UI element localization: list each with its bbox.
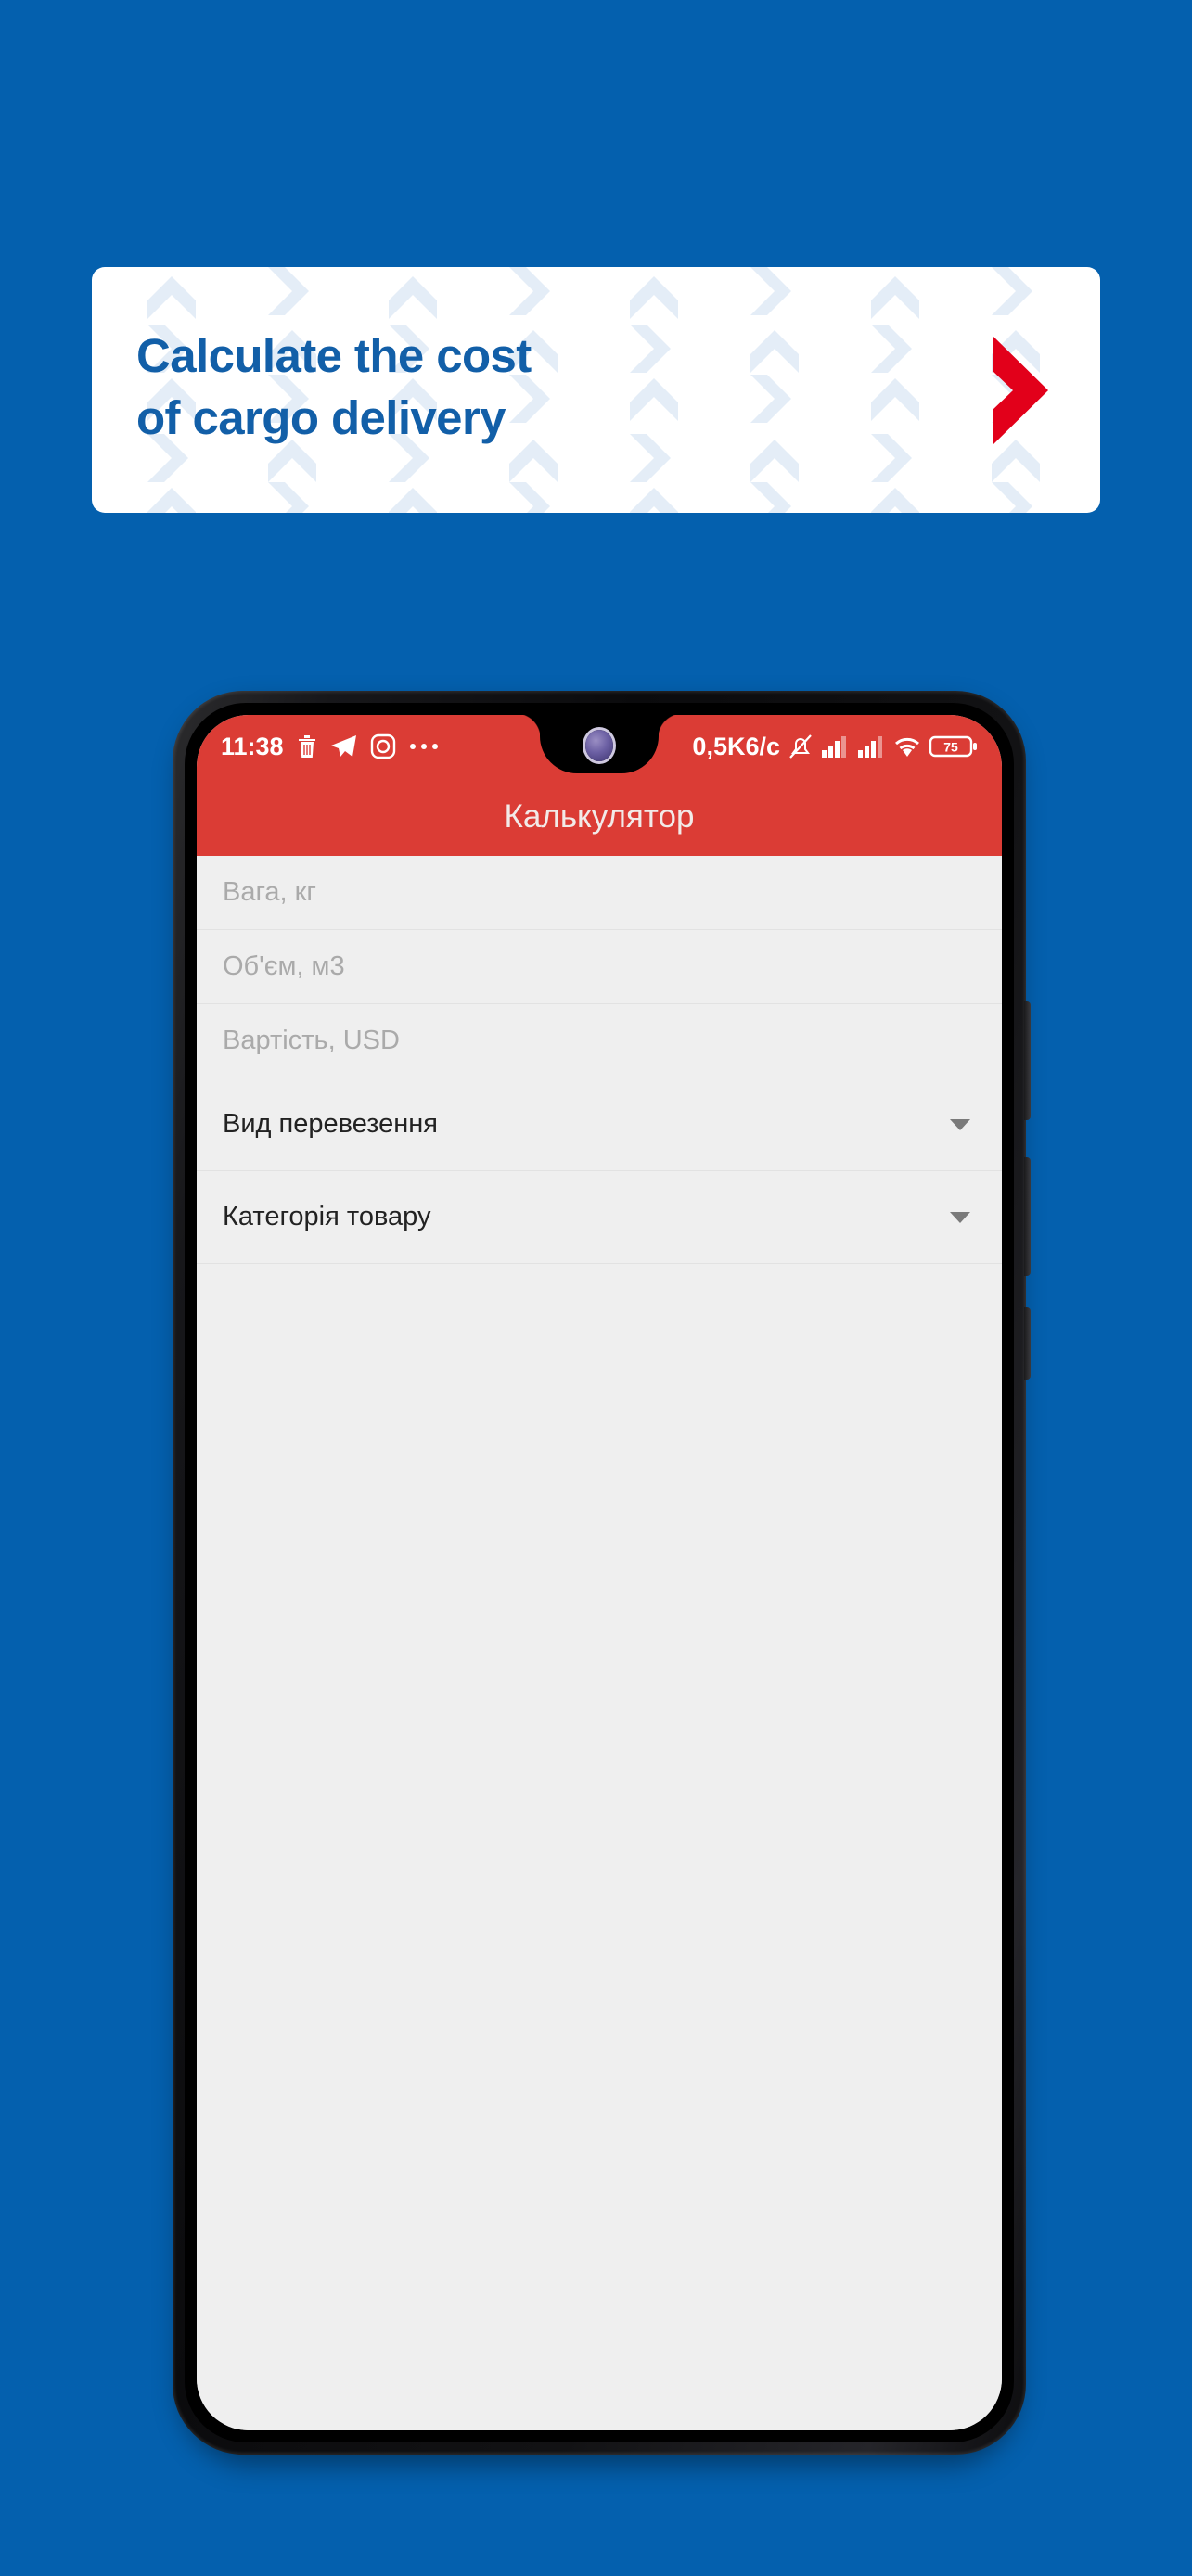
weight-input-placeholder: Вага, кг [223,877,316,907]
chevron-down-icon [950,1211,970,1223]
phone-mockup: 11:38 0,5K6/c 75 Калькулятор Вага, кг Об… [173,691,1031,2471]
phone-screen: 11:38 0,5K6/c 75 Калькулятор Вага, кг Об… [197,715,1002,2430]
content-spacer [197,1264,1002,2430]
volume-down-button[interactable] [1024,1157,1031,1276]
bell-muted-icon [789,734,812,759]
cost-input-placeholder: Вартість, USD [223,1026,400,1055]
promo-headline: Calculate the cost of cargo delivery [136,329,532,445]
trash-icon [298,735,315,758]
network-speed: 0,5K6/c [692,732,780,760]
volume-up-button[interactable] [1024,1001,1031,1120]
instagram-icon [370,733,395,759]
status-bar-left: 11:38 [221,733,440,761]
front-camera-icon [585,730,613,761]
goods-category-select[interactable]: Категорія товару [197,1171,1002,1264]
page-title: Калькулятор [504,798,695,835]
shipping-type-label: Вид перевезення [223,1109,439,1139]
status-bar: 11:38 0,5K6/c 75 [197,715,1002,778]
volume-input[interactable]: Об'єм, м3 [197,930,1002,1004]
chevron-right-icon[interactable] [985,332,1056,449]
svg-text:75: 75 [943,740,958,755]
signal-sim2-icon [858,736,882,758]
signal-sim1-icon [822,736,846,758]
shipping-type-select[interactable]: Вид перевезення [197,1078,1002,1171]
battery-icon: 75 [929,735,977,758]
app-bar: Калькулятор [197,778,1002,856]
cost-input[interactable]: Вартість, USD [197,1004,1002,1078]
calculator-form: Вага, кг Об'єм, м3 Вартість, USD Вид пер… [197,856,1002,1264]
chevron-down-icon [950,1118,970,1130]
goods-category-label: Категорія товару [223,1202,431,1231]
telegram-icon [330,735,356,757]
wifi-icon [895,737,919,757]
promo-banner-card[interactable]: Calculate the cost of cargo delivery [92,267,1100,513]
status-bar-right: 0,5K6/c 75 [692,733,978,761]
power-button[interactable] [1024,1307,1031,1380]
status-time: 11:38 [221,732,284,760]
weight-input[interactable]: Вага, кг [197,856,1002,930]
volume-input-placeholder: Об'єм, м3 [223,951,345,981]
more-icon [409,744,438,749]
